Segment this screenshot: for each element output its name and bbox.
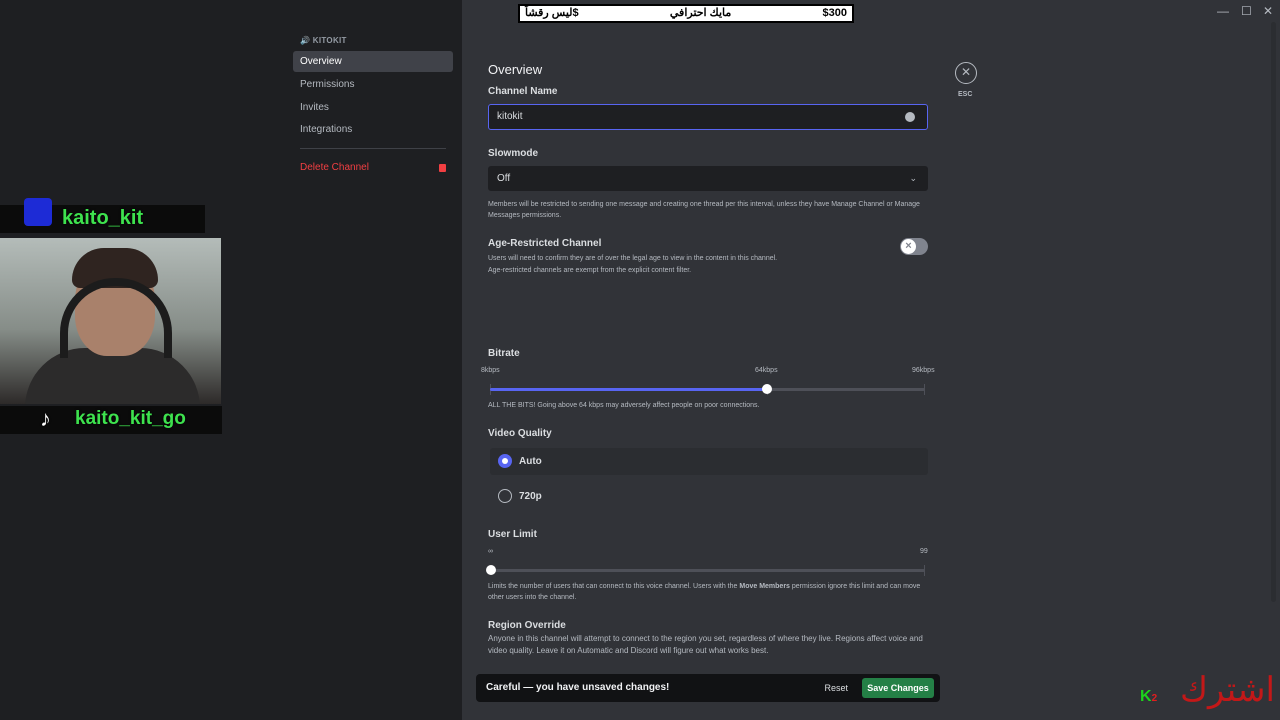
save-changes-button[interactable]: Save Changes <box>862 678 934 698</box>
reset-button[interactable]: Reset <box>824 674 848 702</box>
sidebar-item-permissions[interactable]: Permissions <box>293 74 453 95</box>
age-restricted-label: Age-Restricted Channel <box>488 238 602 249</box>
slowmode-value: Off <box>497 173 511 184</box>
sidebar-category: 🔊 KITOKIT <box>300 36 347 45</box>
close-settings-button[interactable]: ✕ <box>955 62 977 84</box>
slowmode-label: Slowmode <box>488 148 539 159</box>
channel-name-value: kitokit <box>497 111 523 122</box>
user-limit-tick-min: ∞ <box>488 548 493 555</box>
banner-price: $300 <box>822 7 847 19</box>
banner-right-text: ليس رقشاً$ <box>525 7 579 19</box>
user-limit-handle[interactable] <box>486 565 496 575</box>
user-limit-label: User Limit <box>488 529 537 540</box>
video-option-720p[interactable]: 720p <box>490 483 928 510</box>
slowmode-select[interactable]: Off ⌄ <box>488 166 928 191</box>
window-close-icon[interactable]: ✕ <box>1263 4 1273 18</box>
age-restricted-toggle[interactable]: × <box>900 238 928 255</box>
trash-icon <box>439 164 446 173</box>
bitrate-label: Bitrate <box>488 348 520 359</box>
sidebar-item-invites[interactable]: Invites <box>293 97 453 118</box>
delete-channel-label: Delete Channel <box>300 162 369 174</box>
video-option-label: Auto <box>519 456 542 467</box>
minimize-icon[interactable]: — <box>1217 4 1229 18</box>
discord-icon <box>24 198 52 226</box>
age-help-line-2: Age-restricted channels are exempt from … <box>488 267 692 274</box>
bitrate-help: ALL THE BITS! Going above 64 kbps may ad… <box>488 402 760 409</box>
unsaved-changes-bar: Careful — you have unsaved changes! Rese… <box>476 674 940 702</box>
user-limit-help: Limits the number of users that can conn… <box>488 582 928 603</box>
bitrate-handle[interactable] <box>762 384 772 394</box>
user-limit-tick-max: 99 <box>920 548 928 555</box>
tiktok-username: kaito_kit_go <box>75 408 186 429</box>
scrollbar[interactable] <box>1271 22 1276 602</box>
discord-username: kaito_kit <box>62 207 144 229</box>
unsaved-changes-text: Careful — you have unsaved changes! <box>486 682 670 693</box>
emoji-icon[interactable] <box>905 112 915 122</box>
radio-unchecked-icon <box>498 489 512 503</box>
esc-label: ESC <box>958 91 973 98</box>
maximize-icon[interactable]: ☐ <box>1241 4 1252 18</box>
user-limit-slider[interactable] <box>486 565 925 576</box>
radio-checked-icon <box>498 454 512 468</box>
subscribe-watermark: اشترك <box>1180 670 1275 710</box>
banner-middle-text: مايك احترافي <box>669 7 732 19</box>
video-option-auto[interactable]: Auto <box>490 448 928 475</box>
region-override-label: Region Override <box>488 620 566 631</box>
page-title: Overview <box>488 62 543 77</box>
channel-name-input[interactable]: kitokit <box>488 104 928 130</box>
user-limit-marker-max <box>924 565 925 576</box>
webcam-feed <box>0 238 221 404</box>
region-help: Anyone in this channel will attempt to c… <box>488 634 923 655</box>
chevron-down-icon: ⌄ <box>909 173 917 183</box>
bitrate-tick-mid: 64kbps <box>755 367 778 374</box>
sidebar-item-integrations[interactable]: Integrations <box>293 119 453 140</box>
price-banner: ليس رقشاً$ مايك احترافي $300 <box>518 4 854 23</box>
age-help-line-1: Users will need to confirm they are of o… <box>488 255 778 262</box>
video-quality-label: Video Quality <box>488 428 552 439</box>
toggle-x-icon: × <box>901 239 916 254</box>
user-limit-help-bold: Move Members <box>739 583 790 590</box>
k2-logo: K2 <box>1140 688 1158 705</box>
settings-sidebar: 🔊 KITOKIT Overview Permissions Invites I… <box>293 36 453 180</box>
slowmode-help: Members will be restricted to sending on… <box>488 201 920 219</box>
tiktok-icon: ♪ <box>40 406 51 431</box>
user-limit-help-a: Limits the number of users that can conn… <box>488 583 740 590</box>
video-option-label: 720p <box>519 491 542 502</box>
bitrate-tick-max: 96kbps <box>912 367 935 374</box>
delete-channel-button[interactable]: Delete Channel <box>293 157 453 178</box>
bitrate-slider[interactable] <box>490 384 925 395</box>
bitrate-tick-min: 8kbps <box>481 367 500 374</box>
sidebar-divider <box>300 148 446 150</box>
sidebar-item-overview[interactable]: Overview <box>293 51 453 72</box>
bitrate-marker-max <box>924 384 925 395</box>
bitrate-fill <box>490 388 767 391</box>
channel-name-label: Channel Name <box>488 86 558 97</box>
